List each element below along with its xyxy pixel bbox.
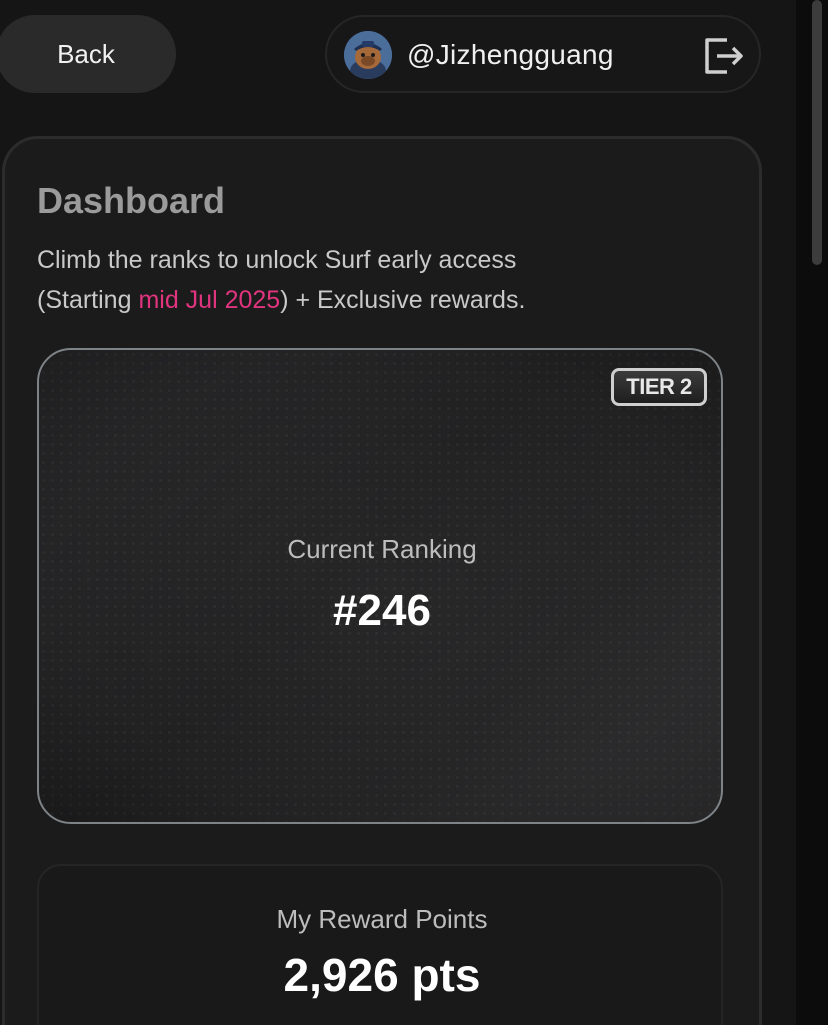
- dashboard-subtitle: Climb the ranks to unlock Surf early acc…: [37, 240, 737, 320]
- subtitle-line-2: (Starting mid Jul 2025) + Exclusive rewa…: [37, 280, 737, 320]
- page-title: Dashboard: [37, 180, 226, 221]
- reward-points-card: My Reward Points 2,926 pts: [37, 864, 723, 1025]
- back-button[interactable]: Back: [0, 15, 176, 93]
- subtitle-line-1: Climb the ranks to unlock Surf early acc…: [37, 246, 517, 274]
- reward-points-label: My Reward Points: [276, 904, 488, 934]
- reward-points-value: 2,926 pts: [283, 949, 481, 1001]
- username[interactable]: @Jizhengguang: [407, 39, 614, 71]
- avatar-image: [344, 31, 392, 79]
- page: Back @Jizhengguang Dashboard Climb the r…: [0, 0, 828, 1025]
- tier-badge: TIER 2: [611, 368, 707, 406]
- ranking-card: TIER 2 Current Ranking #246: [37, 348, 723, 824]
- subtitle-prefix: (Starting: [37, 286, 139, 314]
- logout-icon[interactable]: [701, 34, 745, 78]
- avatar[interactable]: [344, 31, 392, 79]
- early-access-date: mid Jul 2025: [138, 286, 281, 314]
- back-button-label: Back: [57, 38, 115, 69]
- scrollbar-thumb[interactable]: [812, 0, 822, 265]
- ranking-value: #246: [333, 586, 431, 635]
- subtitle-suffix: ) + Exclusive rewards.: [280, 286, 526, 314]
- ranking-label: Current Ranking: [287, 534, 477, 564]
- user-account-pill[interactable]: @Jizhengguang: [325, 15, 761, 93]
